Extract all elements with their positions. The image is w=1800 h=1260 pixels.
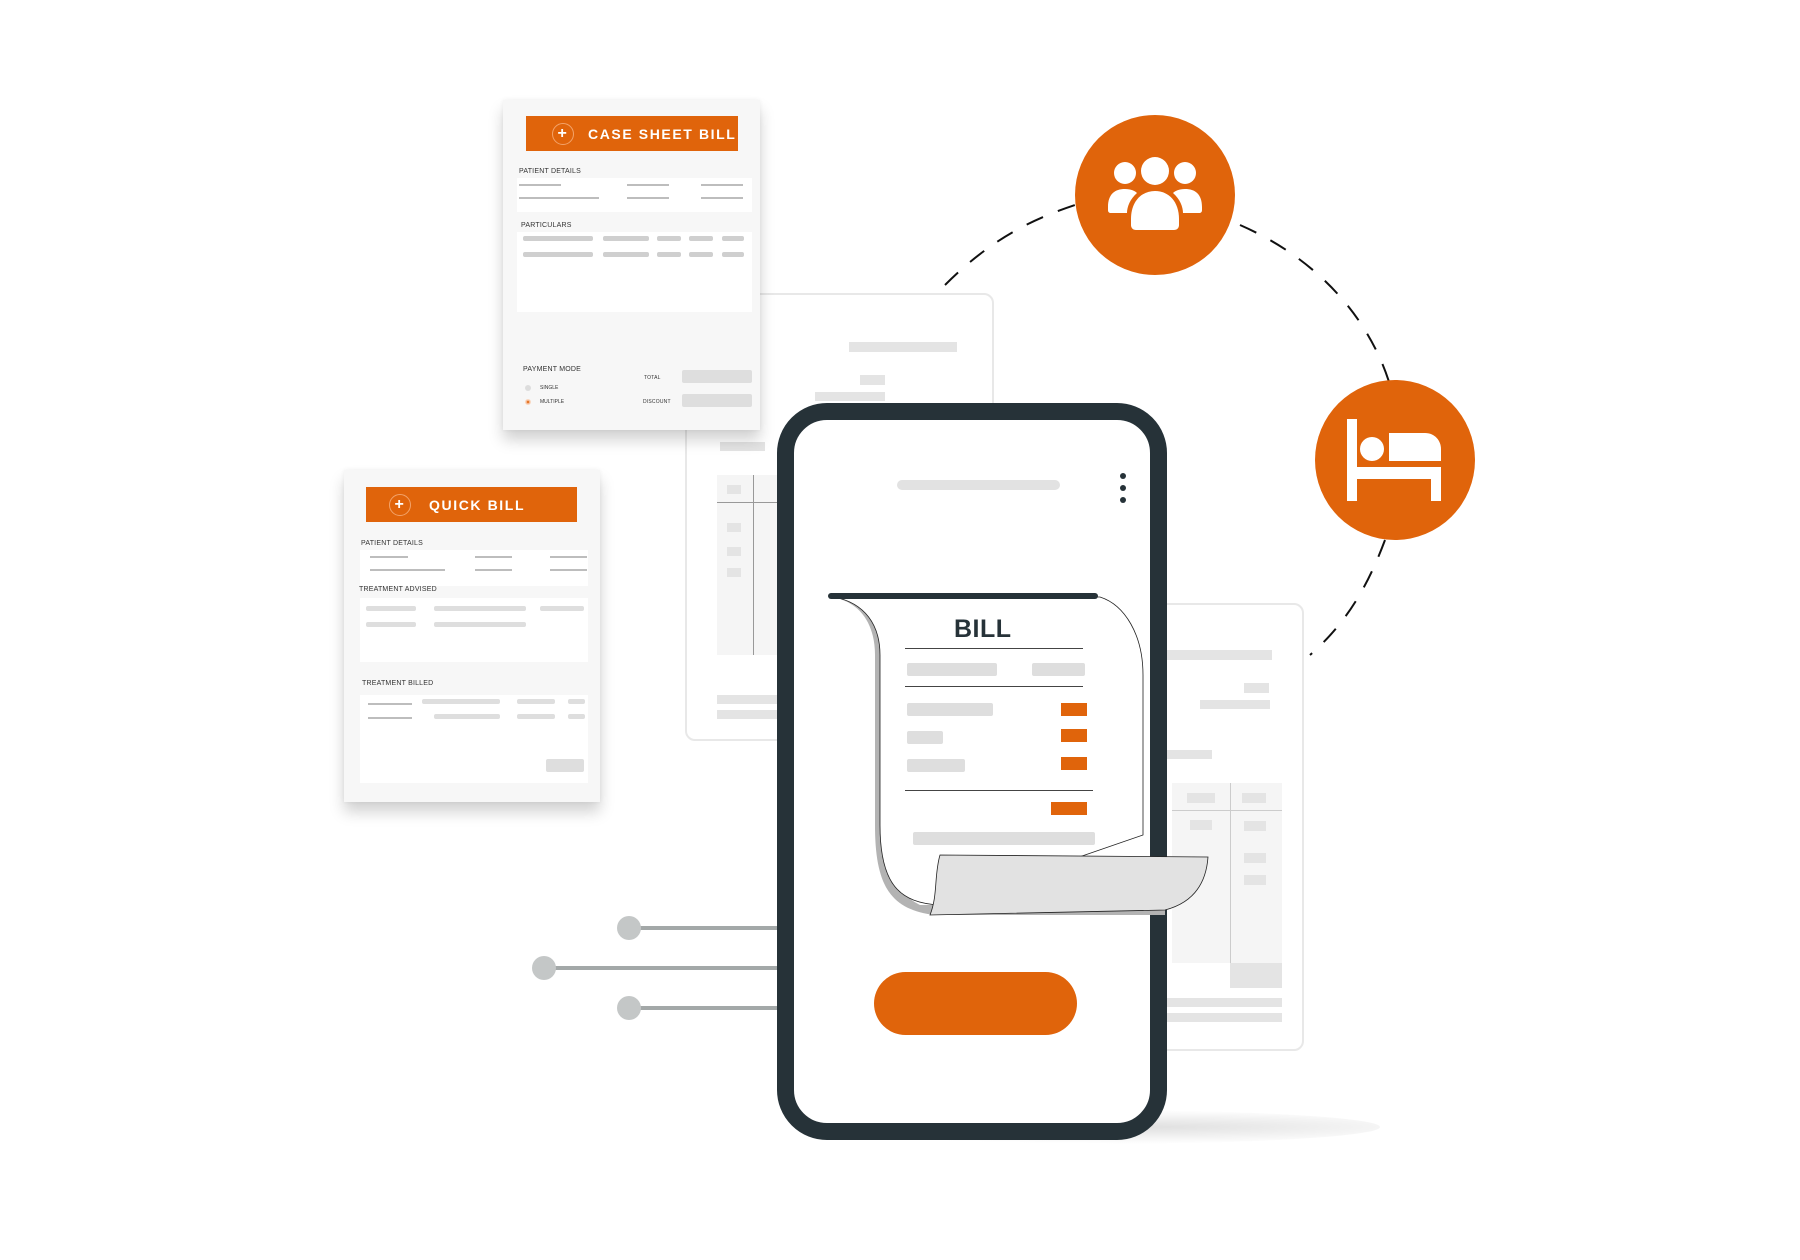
particulars-panel	[517, 232, 752, 312]
quick-bill-title: QUICK BILL	[429, 496, 526, 513]
receipt-total-amount	[1051, 802, 1087, 815]
plus-circle-icon: +	[389, 493, 411, 516]
connector-node[interactable]	[532, 956, 556, 980]
users-group-icon	[1108, 157, 1202, 230]
case-sheet-bill-title: CASE SHEET BILL	[588, 125, 737, 142]
quick-bill-header[interactable]: + QUICK BILL	[366, 487, 577, 522]
connector-line	[628, 926, 788, 930]
patient-details-panel	[517, 178, 752, 212]
payment-mode-label: PAYMENT MODE	[523, 366, 582, 373]
patient-details-label: PATIENT DETAILS	[361, 540, 423, 547]
receipt-paper	[828, 593, 1209, 916]
receipt-line-item-amount	[1061, 757, 1087, 770]
receipt-divider	[905, 790, 1093, 791]
receipt-line-item-label	[907, 759, 965, 772]
discount-label: DISCOUNT	[643, 399, 671, 405]
radio-selected-icon	[525, 399, 531, 405]
receipt-header-field	[1032, 663, 1085, 676]
receipt-divider	[905, 648, 1083, 649]
receipt-footer-bar	[913, 832, 1095, 845]
kebab-menu-icon[interactable]	[1119, 473, 1127, 505]
treatment-billed-label: TREATMENT BILLED	[362, 680, 434, 687]
receipt-divider	[905, 686, 1083, 687]
discount-field[interactable]	[682, 394, 752, 407]
quick-bill-card: + QUICK BILL PATIENT DETAILS TREATMENT A…	[344, 470, 600, 802]
receipt-title: BILL	[954, 615, 1012, 643]
particulars-label: PARTICULARS	[521, 222, 572, 229]
total-field[interactable]	[682, 370, 752, 383]
bed-icon	[1347, 419, 1441, 501]
receipt-header-field	[907, 663, 997, 676]
phone-title-bar	[897, 480, 1060, 490]
payment-option-multiple[interactable]: MULTIPLE	[525, 399, 564, 405]
total-label: TOTAL	[644, 375, 661, 381]
connector-node[interactable]	[617, 996, 641, 1020]
patients-circle[interactable]	[1075, 115, 1235, 275]
receipt-line-item-label	[907, 703, 993, 716]
patient-details-label: PATIENT DETAILS	[519, 168, 581, 175]
connector-line	[545, 966, 788, 970]
connector-line	[628, 1006, 788, 1010]
plus-circle-icon: +	[552, 122, 574, 145]
payment-option-single[interactable]: SINGLE	[525, 385, 558, 391]
case-sheet-bill-header[interactable]: + CASE SHEET BILL	[526, 116, 738, 151]
radio-unselected-icon	[525, 385, 531, 391]
treatment-advised-panel	[360, 598, 588, 662]
phone-cta-button[interactable]	[874, 972, 1077, 1035]
treatment-billed-panel	[360, 695, 588, 783]
treatment-advised-label: TREATMENT ADVISED	[359, 586, 437, 593]
receipt-line-item-amount	[1061, 703, 1087, 716]
inpatient-circle[interactable]	[1315, 380, 1475, 540]
patient-details-panel	[360, 550, 588, 586]
connector-node[interactable]	[617, 916, 641, 940]
case-sheet-bill-card: + CASE SHEET BILL PATIENT DETAILS PARTIC…	[503, 100, 760, 430]
receipt-line-item-label	[907, 731, 943, 744]
receipt-line-item-amount	[1061, 729, 1087, 742]
